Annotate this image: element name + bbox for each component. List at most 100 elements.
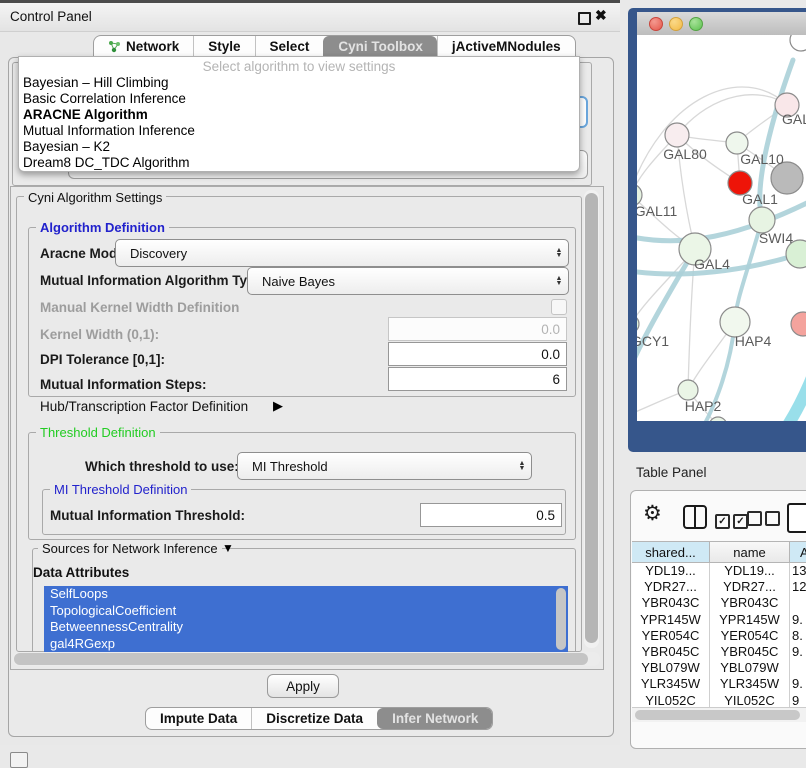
table-cell: 9 [790,693,806,708]
algorithm-option-list: Bayesian – Hill ClimbingBasic Correlatio… [19,75,579,171]
expand-right-arrow-icon[interactable]: ▶ [273,398,283,414]
data-attributes-list[interactable]: SelfLoopsTopologicalCoefficientBetweenne… [44,586,568,652]
tab-discretize-data[interactable]: Discretize Data [251,708,377,729]
column-header-2[interactable]: name [710,541,790,563]
algorithm-option[interactable]: Dream8 DC_TDC Algorithm [19,155,579,171]
tab-impute-data[interactable]: Impute Data [146,708,251,729]
manual-kernel-checkbox [551,299,567,315]
apply-button[interactable]: Apply [267,674,339,698]
table-row[interactable]: YLR345WYLR345W9. [632,676,806,692]
network-node[interactable] [790,35,806,51]
algorithm-option[interactable]: Bayesian – Hill Climbing [19,75,579,91]
column-header-1[interactable]: shared... [632,541,710,563]
network-node[interactable] [709,417,727,421]
minimize-window-icon[interactable] [669,17,683,31]
table-cell: 13 [790,563,806,579]
mi-steps-value: 6 [552,372,560,387]
zoom-window-icon[interactable] [689,17,703,31]
column-browser-icon[interactable] [683,505,707,529]
settings-vertical-scrollbar[interactable] [584,190,599,648]
collapse-down-arrow-icon[interactable]: ▼ [222,541,234,555]
hide-all-columns-icon[interactable] [747,511,780,531]
data-attribute-item[interactable]: BetweennessCentrality [44,619,568,636]
tab-network[interactable]: Network [94,36,193,58]
dropdown-prompt: Select algorithm to view settings [19,57,579,75]
table-row[interactable]: YIL052CYIL052C9 [632,693,806,708]
table-row[interactable]: YBR043CYBR043C [632,595,806,611]
which-threshold-combo[interactable]: MI Threshold ▲▼ [237,452,532,480]
sources-title: Sources for Network Inference [38,541,222,556]
panel-dock-icon[interactable] [10,752,28,768]
table-cell: YPR145W [710,612,790,628]
network-node-hap2[interactable] [678,380,698,400]
node-label: GAL11 [637,203,677,219]
scrollbar-thumb[interactable] [635,710,800,720]
node-label: HAP2 [685,398,722,414]
table-row[interactable]: YBR045CYBR045C9. [632,644,806,660]
stepper-arrows-icon: ▲▼ [513,461,531,471]
table-row[interactable]: YDL19...YDL19...13 [632,563,806,579]
node-label: GAL80 [663,146,707,162]
cyni-settings-title: Cyni Algorithm Settings [24,190,166,205]
node-label: GAL4 [694,256,730,272]
stepper-arrows-icon: ▲▼ [550,276,568,286]
aracne-mode-combo[interactable]: Discovery ▲▼ [115,239,569,267]
hub-section-label[interactable]: Hub/Transcription Factor Definition [40,399,248,414]
table-cell: YLR345W [632,676,710,692]
column-divider [694,507,696,527]
table-row[interactable]: YBL079WYBL079W [632,660,806,676]
dpi-tolerance-value: 0.0 [541,347,560,362]
algorithm-dropdown-popup: Select algorithm to view settings Bayesi… [18,56,580,172]
column-header-3[interactable]: A [790,541,806,563]
dpi-tolerance-field[interactable]: 0.0 [388,342,567,366]
table-row[interactable]: YPR145WYPR145W9. [632,612,806,628]
gear-icon[interactable]: ⚙ [643,501,662,526]
scrollbar-thumb[interactable] [14,653,588,665]
tab-style[interactable]: Style [193,36,254,58]
tab-label: Network [126,39,179,54]
new-column-icon[interactable] [787,503,806,533]
stepper-arrows-icon: ▲▼ [550,248,568,258]
table-cell: 12 [790,579,806,595]
tab-jactivemnodules[interactable]: jActiveMNodules [437,36,575,58]
close-window-icon[interactable] [649,17,663,31]
algorithm-option[interactable]: Bayesian – K2 [19,139,579,155]
algorithm-option[interactable]: Basic Correlation Inference [19,91,579,107]
data-attribute-item[interactable]: SelfLoops [44,586,568,603]
node-label: GAL1 [742,191,778,207]
tab-select[interactable]: Select [255,36,324,58]
settings-horizontal-scrollbar[interactable] [12,652,600,666]
data-attribute-item[interactable]: gal4RGexp [44,636,568,653]
node-label: SWI4 [759,230,793,246]
table-cell: YIL052C [632,693,710,708]
data-attribute-item[interactable]: TopologicalCoefficient [44,603,568,620]
algorithm-option[interactable]: ARACNE Algorithm [19,107,579,123]
table-rows: YDL19...YDL19...13YDR27...YDR27...12YBR0… [632,563,806,707]
network-view-window[interactable]: GALGAL80GAL10GAL1GAL11SWI4GAL4GCY1HAP4YH… [628,8,806,452]
float-window-icon[interactable] [578,12,591,25]
network-edge [637,87,787,195]
mi-steps-field[interactable]: 6 [388,367,567,391]
table-row[interactable]: YDR27...YDR27...12 [632,579,806,595]
network-node-gcy1[interactable] [637,315,639,333]
attributes-scrollbar[interactable] [556,588,566,650]
control-panel-titlebar[interactable]: Control Panel ✖ [0,3,620,32]
table-row[interactable]: YER054CYER054C8. [632,628,806,644]
network-node-gal80[interactable] [665,123,689,147]
algorithm-option[interactable]: Mutual Information Inference [19,123,579,139]
tab-cyni-toolbox[interactable]: Cyni Toolbox [323,36,437,58]
kernel-width-field: 0.0 [388,317,567,341]
close-icon[interactable]: ✖ [595,7,607,24]
mi-threshold-value: 0.5 [536,508,555,523]
show-all-columns-icon[interactable]: ✓✓ [715,511,748,529]
network-window-titlebar[interactable] [637,12,806,36]
network-node-y[interactable] [791,312,806,336]
table-cell: YIL052C [710,693,790,708]
tab-infer-network[interactable]: Infer Network [377,708,492,729]
mi-threshold-field[interactable]: 0.5 [420,503,562,527]
scrollbar-thumb[interactable] [585,193,598,643]
network-canvas[interactable]: GALGAL80GAL10GAL1GAL11SWI4GAL4GCY1HAP4YH… [637,35,806,421]
threshold-definition-title: Threshold Definition [36,425,160,440]
table-horizontal-scrollbar[interactable] [632,707,806,722]
mi-type-combo[interactable]: Naive Bayes ▲▼ [247,267,569,295]
